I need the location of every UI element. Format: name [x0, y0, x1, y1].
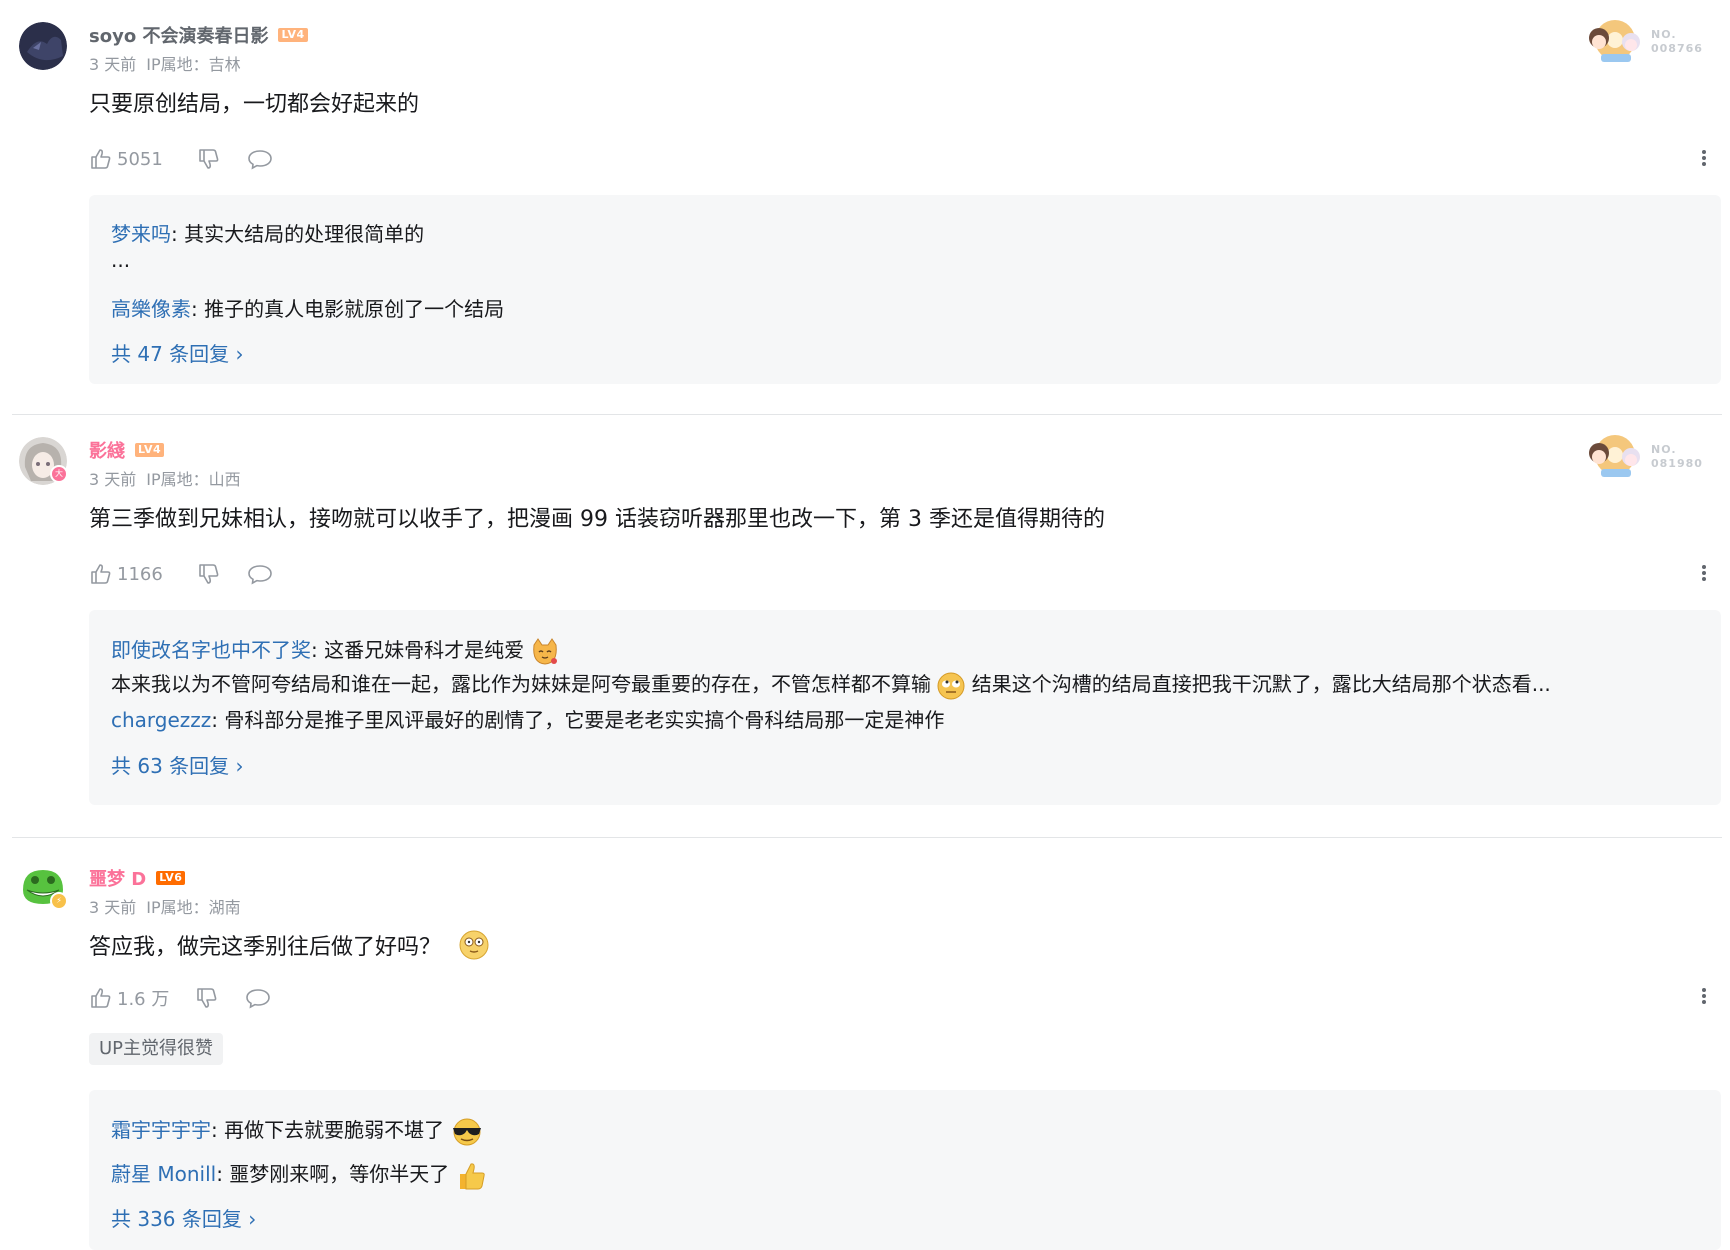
comment-content: 只要原创结局，一切都会好起来的 [89, 92, 420, 117]
eye-roll-emoji-icon [937, 672, 965, 699]
up-liked-tag: UP主觉得很赞 [89, 1033, 224, 1065]
reply-text: : 再做下去就要脆弱不堪了 [211, 1118, 445, 1142]
username[interactable]: 影綫 LV4 [89, 437, 165, 463]
vip-badge-icon: 大 [50, 465, 68, 483]
avatar[interactable] [19, 22, 67, 70]
username-text[interactable]: 噩梦 D [89, 869, 146, 890]
reply-line: chargezzz: 骨科部分是推子里风评最好的剧情了，它要是老老实实搞个骨科结… [111, 704, 944, 733]
thumb-down-icon [199, 564, 219, 584]
more-options-button[interactable] [1700, 563, 1708, 587]
more-options-button[interactable] [1700, 148, 1708, 172]
dislike-button[interactable] [197, 147, 221, 171]
reply-username[interactable]: 梦来吗 [111, 222, 171, 246]
thumb-up-icon [91, 564, 111, 584]
comment-divider [12, 414, 1722, 415]
reply-text: : 推子的真人电影就原创了一个结局 [191, 297, 505, 321]
reply-line: 即使改名字也中不了奖: 这番兄妹骨科才是纯爱 [111, 634, 560, 667]
sunglasses-emoji-icon [453, 1118, 482, 1145]
reply-button[interactable] [247, 147, 273, 171]
reply-username[interactable]: 高樂像素 [111, 297, 191, 321]
reply-line: 蔚星 Monill: 噩梦刚来啊，等你半天了 [111, 1158, 488, 1192]
dizzy-face-emoji-icon [459, 930, 489, 960]
reply-line: 高樂像素: 推子的真人电影就原创了一个结局 [111, 293, 504, 322]
like-count: 5051 [117, 148, 163, 170]
thumb-down-icon [199, 149, 219, 169]
like-button[interactable]: 1.6 万 [89, 985, 169, 1011]
comment-meta: 3 天前 IP属地：山西 [89, 466, 251, 490]
chat-bubble-icon [246, 989, 271, 1009]
reply-text-continued: 结果这个沟槽的结局直接把我干沉默了，露比大结局那个状态看... [971, 672, 1551, 696]
comment-actions: 1.6 万 [89, 984, 297, 1012]
level-badge: LV4 [278, 28, 308, 42]
timestamp: 3 天前 [89, 55, 137, 74]
reply-button[interactable] [247, 562, 273, 586]
fan-badge-icon [1589, 20, 1640, 62]
reply-text: 本来我以为不管阿夸结局和谁在一起，露比作为妹妹是阿夸最重要的存在，不管怎样都不算… [111, 672, 931, 696]
fan-badge[interactable]: NO. 008766 [1585, 12, 1730, 74]
ip-location: IP属地：山西 [146, 470, 241, 489]
dislike-button[interactable] [197, 562, 221, 586]
chat-bubble-icon [248, 150, 272, 170]
view-more-replies-link[interactable]: 共 336 条回复 › [111, 1203, 256, 1232]
timestamp: 3 天前 [89, 898, 137, 917]
reply-username[interactable]: chargezzz [111, 708, 211, 732]
timestamp: 3 天前 [89, 470, 137, 489]
comment-divider [12, 837, 1722, 838]
verified-badge-icon: ⚡ [50, 892, 68, 910]
reply-line: ... [111, 248, 130, 272]
thumbs-up-emoji-icon [459, 1162, 485, 1189]
fan-badge[interactable]: NO. 081980 [1585, 427, 1730, 489]
comment-meta: 3 天前 IP属地：吉林 [89, 51, 251, 75]
reply-text: : 骨科部分是推子里风评最好的剧情了，它要是老老实实搞个骨科结局那一定是神作 [211, 708, 945, 732]
level-badge: LV4 [135, 443, 165, 457]
avatar-image [19, 22, 67, 70]
chat-bubble-icon [248, 565, 272, 585]
level-badge: LV6 [156, 871, 186, 885]
reply-preview-box: 梦来吗: 其实大结局的处理很简单的 ... 高樂像素: 推子的真人电影就原创了一… [89, 195, 1721, 384]
like-count: 1.6 万 [117, 989, 170, 1010]
thumb-up-icon [91, 149, 111, 169]
more-options-button[interactable] [1700, 986, 1708, 1010]
reply-username[interactable]: 蔚星 Monill [111, 1162, 216, 1186]
like-button[interactable]: 1166 [89, 562, 163, 586]
reply-text: ... [111, 248, 131, 272]
reply-text: : 这番兄妹骨科才是纯爱 [311, 638, 525, 662]
reply-line: 霜宇宇宇宇: 再做下去就要脆弱不堪了 [111, 1114, 484, 1147]
reply-username[interactable]: 即使改名字也中不了奖 [111, 638, 311, 662]
avatar[interactable]: 大 [19, 437, 68, 485]
username[interactable]: soyo 不会演奏春日影 LV4 [89, 22, 308, 48]
view-more-replies-link[interactable]: 共 47 条回复 › [111, 338, 244, 367]
reply-line: 本来我以为不管阿夸结局和谁在一起，露比作为妹妹是阿夸最重要的存在，不管怎样都不算… [111, 668, 1551, 700]
view-more-replies-link[interactable]: 共 63 条回复 › [111, 750, 244, 779]
reply-preview-box: 霜宇宇宇宇: 再做下去就要脆弱不堪了 蔚星 Monill: 噩梦刚来啊，等你半天… [89, 1090, 1721, 1250]
reply-text: : 噩梦刚来啊，等你半天了 [216, 1162, 450, 1186]
reply-line: 梦来吗: 其实大结局的处理很简单的 [111, 218, 424, 247]
comment-content: 第三季做到兄妹相认，接吻就可以收手了，把漫画 99 话装窃听器那里也改一下，第 … [89, 507, 1105, 532]
username[interactable]: 噩梦 D LV6 [89, 865, 186, 891]
fan-number: NO. 081980 [1651, 443, 1703, 470]
reply-preview-box: 即使改名字也中不了奖: 这番兄妹骨科才是纯爱 本来我以为不管阿夸结局和谁在一起，… [89, 610, 1721, 805]
username-text[interactable]: 影綫 [89, 441, 125, 462]
comment-meta: 3 天前 IP属地：湖南 [89, 894, 251, 918]
dislike-button[interactable] [195, 986, 219, 1010]
fan-number: NO. 008766 [1651, 28, 1703, 55]
avatar[interactable]: ⚡ [19, 864, 68, 912]
comment-text: 答应我，做完这季别往后做了好吗？ [89, 935, 442, 960]
reply-text: : 其实大结局的处理很简单的 [171, 222, 425, 246]
comment-actions: 1166 [89, 560, 299, 588]
comment-content: 答应我，做完这季别往后做了好吗？ [89, 929, 490, 964]
ip-location: IP属地：吉林 [146, 55, 241, 74]
cat-emoji-icon [533, 637, 558, 665]
username-text[interactable]: soyo 不会演奏春日影 [89, 26, 268, 47]
thumb-down-icon [197, 988, 217, 1008]
like-button[interactable]: 5051 [89, 147, 163, 171]
fan-badge-icon [1589, 435, 1640, 477]
thumb-up-icon [91, 988, 111, 1008]
comment-actions: 5051 [89, 145, 299, 173]
like-count: 1166 [117, 563, 163, 585]
ip-location: IP属地：湖南 [146, 898, 241, 917]
reply-button[interactable] [245, 986, 271, 1010]
reply-username[interactable]: 霜宇宇宇宇 [111, 1118, 211, 1142]
